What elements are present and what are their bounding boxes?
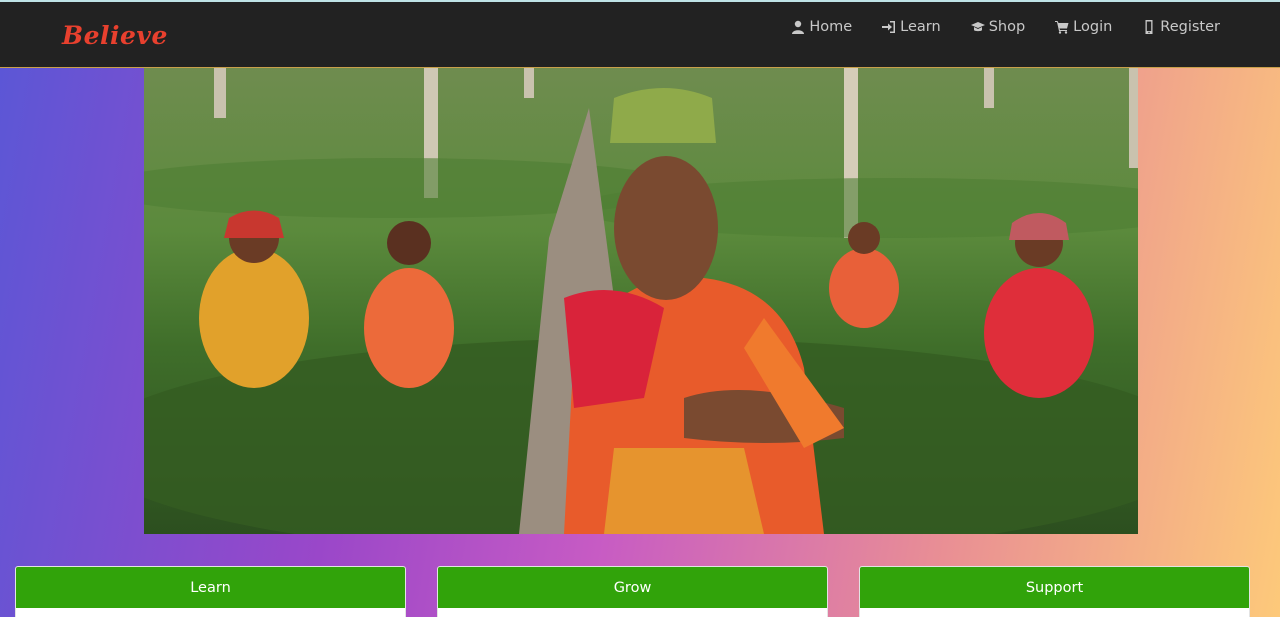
card-learn: Learn: [15, 566, 406, 617]
nav-learn[interactable]: Learn: [882, 16, 941, 38]
nav-home-label: Home: [809, 19, 853, 35]
nav-shop-label: Shop: [988, 19, 1026, 35]
navbar: Believe Home Learn Shop Login Register: [0, 2, 1280, 68]
nav-register-label: Register: [1160, 19, 1220, 35]
hero-image: [144, 68, 1138, 534]
nav-home[interactable]: Home: [791, 16, 852, 38]
graduation-cap-icon: [970, 22, 985, 32]
card-grow-header[interactable]: Grow: [438, 567, 827, 608]
card-grow: Grow: [437, 566, 828, 617]
nav-register[interactable]: Register: [1142, 16, 1220, 38]
nav-menu: Home Learn Shop Login Register: [791, 16, 1220, 38]
mobile-icon: [1145, 20, 1153, 34]
brand-logo[interactable]: Believe: [62, 21, 168, 50]
user-icon: [792, 20, 805, 34]
sign-in-icon: [882, 21, 896, 33]
card-support-header[interactable]: Support: [860, 567, 1249, 608]
nav-login-label: Login: [1073, 19, 1113, 35]
cart-icon: [1055, 21, 1069, 34]
card-support: Support: [859, 566, 1250, 617]
nav-shop[interactable]: Shop: [970, 16, 1026, 38]
card-learn-header[interactable]: Learn: [16, 567, 405, 608]
nav-login[interactable]: Login: [1055, 16, 1112, 38]
nav-learn-label: Learn: [900, 19, 941, 35]
